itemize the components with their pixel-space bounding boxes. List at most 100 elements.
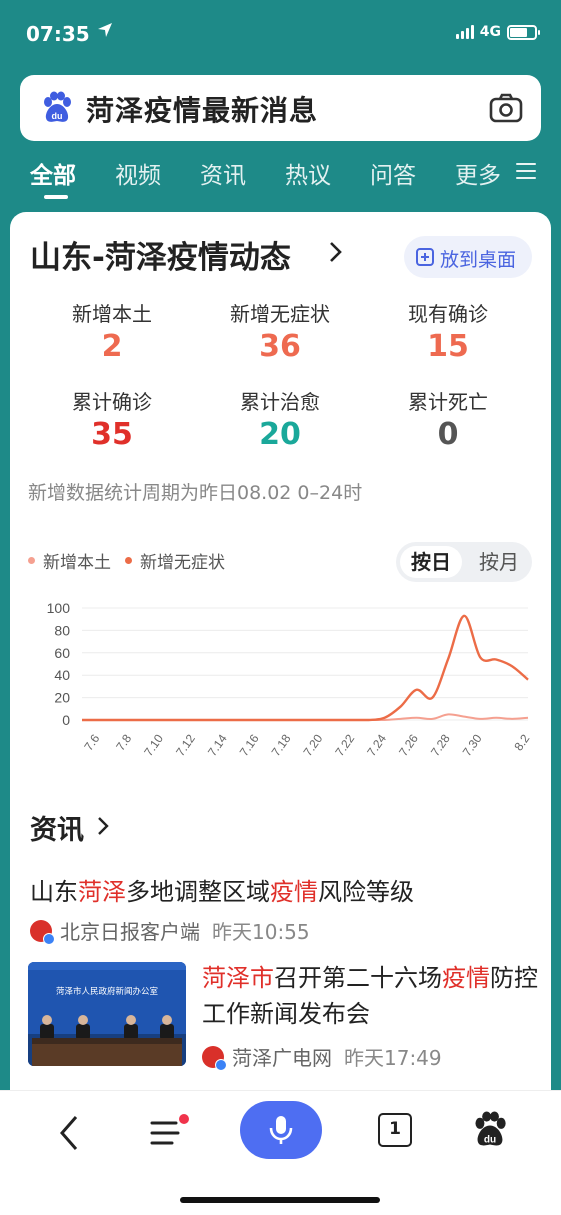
x-tick-label: 8.2	[511, 731, 532, 753]
y-tick-label: 80	[54, 622, 70, 638]
location-arrow-icon	[98, 23, 112, 37]
stat-value: 15	[427, 329, 469, 364]
x-tick-label: 7.22	[332, 731, 357, 758]
svg-text:du: du	[52, 111, 63, 121]
title-text: 多地调整区域	[126, 878, 270, 906]
tab-bar: 全部 视频 资讯 热议 问答 更多	[0, 152, 561, 200]
tab-more[interactable]: 更多	[455, 156, 501, 190]
signal-icon	[455, 25, 474, 39]
menu-lines-icon[interactable]	[516, 163, 536, 179]
stat-value: 35	[91, 417, 133, 452]
stat-value: 36	[259, 329, 301, 364]
toggle-by-day[interactable]: 按日	[400, 546, 462, 578]
status-time: 07:35	[26, 22, 90, 46]
x-tick-label: 7.16	[237, 731, 262, 758]
tab-video[interactable]: 视频	[115, 156, 161, 190]
tab-discussion[interactable]: 热议	[285, 156, 331, 190]
feed-menu-icon[interactable]	[148, 1113, 192, 1153]
verified-badge-icon	[43, 932, 55, 945]
news-item-title[interactable]: 菏泽市召开第二十六场疫情防控工作新闻发布会	[202, 960, 542, 1032]
home-indicator	[180, 1197, 380, 1203]
series-line-new-asymptomatic	[81, 614, 529, 722]
verified-badge-icon	[215, 1058, 227, 1071]
y-tick-label: 20	[54, 690, 70, 706]
x-tick-label: 7.8	[113, 731, 134, 753]
stat-value: 0	[437, 417, 459, 452]
stat-new-local: 新增本土 2	[27, 298, 197, 364]
y-tick-label: 100	[47, 600, 71, 616]
y-tick-label: 60	[54, 645, 70, 661]
stat-label: 累计治愈	[240, 390, 320, 414]
source-time: 昨天10:55	[212, 920, 310, 944]
tabs-count-button[interactable]: 1	[378, 1113, 412, 1147]
stat-label: 新增本土	[72, 302, 152, 326]
stat-current-confirmed: 现有确诊 15	[363, 298, 533, 364]
title-text: 山东	[30, 878, 78, 906]
x-tick-label: 7.30	[460, 731, 485, 758]
bottom-nav-bar: 1 du	[0, 1090, 561, 1215]
add-to-desktop-label: 放到桌面	[440, 249, 517, 271]
tab-all[interactable]: 全部	[30, 156, 76, 190]
tab-news[interactable]: 资讯	[200, 156, 246, 190]
stat-new-asymptomatic: 新增无症状 36	[195, 298, 365, 364]
legend-item-asymptomatic[interactable]: 新增无症状	[125, 548, 225, 573]
news-thumbnail[interactable]: 菏泽市人民政府新闻办公室	[28, 962, 186, 1066]
day-month-toggle: 按日 按月	[396, 542, 532, 582]
x-tick-label: 7.6	[81, 731, 102, 753]
news-section-title[interactable]: 资讯	[30, 808, 84, 847]
y-tick-label: 40	[54, 667, 70, 683]
legend-dot	[125, 557, 132, 564]
search-box[interactable]: du 菏泽疫情最新消息	[20, 75, 541, 141]
microphone-icon	[269, 1116, 293, 1144]
add-square-icon	[416, 248, 434, 266]
legend-label: 新增无症状	[140, 553, 225, 573]
keyword-highlight: 疫情	[270, 878, 318, 906]
stat-total-confirmed: 累计确诊 35	[27, 386, 197, 452]
news-item-title[interactable]: 山东菏泽多地调整区域疫情风险等级	[30, 872, 414, 907]
y-tick-label: 0	[62, 712, 70, 728]
battery-icon	[507, 24, 540, 40]
x-tick-label: 7.26	[396, 731, 421, 758]
keyword-highlight: 菏泽	[78, 878, 126, 906]
voice-search-button[interactable]	[240, 1101, 322, 1159]
source-logo-icon	[30, 919, 55, 945]
legend-item-local[interactable]: 新增本土	[28, 548, 111, 573]
card-title[interactable]: 山东-菏泽疫情动态	[30, 232, 291, 277]
x-tick-label: 7.12	[173, 731, 198, 758]
stat-total-deaths: 累计死亡 0	[363, 386, 533, 452]
source-name: 北京日报客户端	[60, 920, 200, 944]
x-tick-label: 7.24	[364, 731, 389, 758]
toggle-by-month[interactable]: 按月	[468, 546, 530, 578]
daily-cases-line-chart: 0 20 40 60 80 100 7.6 7.8 7.10 7.12 7.14 7.16 7.18 7.…	[47, 600, 533, 759]
chevron-right-icon[interactable]	[328, 240, 344, 264]
status-bar: 07:35 4G	[0, 0, 561, 64]
x-tick-label: 7.14	[205, 731, 230, 758]
keyword-highlight: 疫情	[442, 964, 490, 992]
baidu-home-icon[interactable]: du	[471, 1111, 509, 1149]
x-tick-label: 7.20	[301, 731, 326, 758]
source-name: 菏泽广电网	[232, 1046, 332, 1070]
stat-value: 20	[259, 417, 301, 452]
press-conference-image: 菏泽市人民政府新闻办公室	[28, 962, 186, 1066]
search-query[interactable]: 菏泽疫情最新消息	[86, 89, 318, 129]
title-text: 风险等级	[318, 878, 414, 906]
tab-qa[interactable]: 问答	[370, 156, 416, 190]
source-logo-icon	[202, 1045, 227, 1071]
legend-dot	[28, 557, 35, 564]
back-arrow-icon[interactable]	[56, 1113, 82, 1153]
network-label: 4G	[479, 24, 501, 40]
chart-legend: 新增本土 新增无症状	[28, 548, 239, 573]
stats-period-note: 新增数据统计周期为昨日08.02 0–24时	[28, 482, 363, 504]
stat-total-cured: 累计治愈 20	[195, 386, 365, 452]
stat-label: 现有确诊	[408, 302, 488, 326]
x-tick-label: 7.10	[141, 731, 166, 758]
chevron-right-icon[interactable]	[96, 815, 110, 837]
source-time: 昨天17:49	[344, 1046, 442, 1070]
active-tab-indicator	[44, 195, 68, 199]
keyword-highlight: 菏泽市	[202, 964, 274, 992]
camera-icon[interactable]	[489, 92, 523, 124]
news-item-source: 北京日报客户端 昨天10:55	[30, 916, 310, 945]
stat-label: 累计确诊	[72, 390, 152, 414]
stat-label: 新增无症状	[230, 302, 330, 326]
add-to-desktop-button[interactable]: 放到桌面	[404, 236, 532, 278]
